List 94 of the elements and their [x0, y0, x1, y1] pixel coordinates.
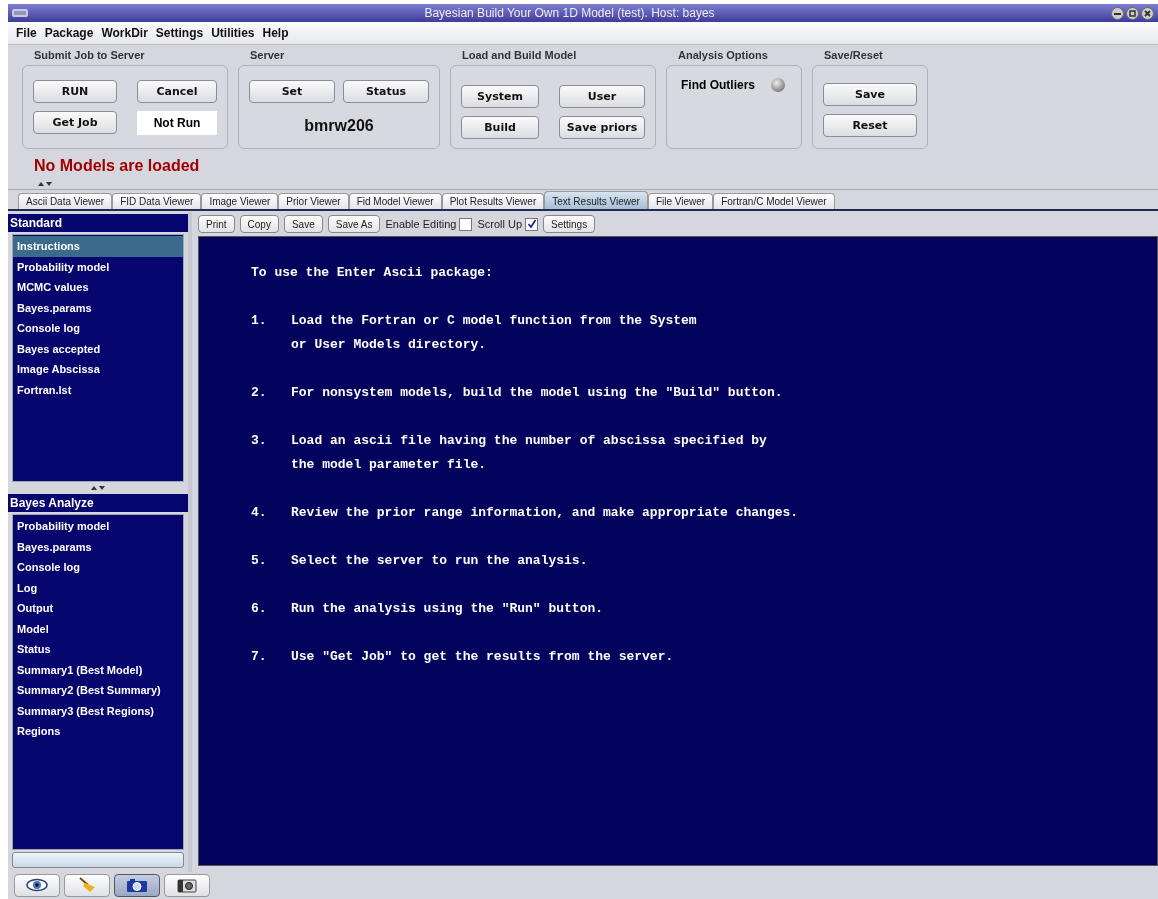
group-title: Save/Reset	[823, 49, 884, 61]
action-button[interactable]: Save	[823, 83, 917, 106]
viewer-tab[interactable]: Plot Results Viewer	[441, 193, 545, 209]
eye-icon	[25, 877, 49, 894]
checkbox[interactable]	[525, 217, 538, 231]
toolbar-button[interactable]: Save	[283, 215, 323, 233]
action-button[interactable]: Cancel	[137, 80, 217, 103]
toolbar-button[interactable]: Print	[198, 215, 235, 233]
list-item[interactable]: Regions	[13, 721, 183, 742]
step-number: 2.	[251, 384, 268, 402]
viewer-tab[interactable]: Ascii Data Viewer	[18, 193, 113, 209]
server-name: bmrw206	[303, 117, 375, 135]
viewer-tab[interactable]: Text Results Viewer	[544, 191, 648, 209]
step-number: 5.	[251, 552, 268, 570]
action-button[interactable]: Build	[461, 116, 539, 139]
list-item[interactable]: Console log	[13, 557, 183, 578]
list-item[interactable]: Model	[13, 618, 183, 640]
step-number: 1.	[251, 312, 268, 330]
horizontal-scrollbar[interactable]	[12, 852, 184, 868]
maximize-icon[interactable]	[1126, 6, 1139, 20]
step-number: 3.	[251, 432, 268, 450]
checkbox-label: Enable Editing	[385, 218, 457, 230]
checkbox[interactable]	[459, 217, 473, 231]
list-item[interactable]: Bayes.params	[13, 297, 183, 318]
close-icon[interactable]	[1141, 6, 1154, 20]
status-message: No Models are loaded	[33, 156, 201, 176]
viewer-tab[interactable]: Fid Model Viewer	[348, 193, 442, 209]
list-item[interactable]: Fortran.lst	[13, 379, 183, 400]
step-text: Load an ascii file having the number of abscissa specified by the model parameter file.	[291, 432, 767, 474]
list-item[interactable]: Bayes.params	[13, 536, 183, 558]
step-number: 4.	[251, 504, 268, 522]
indicator-light[interactable]	[771, 78, 785, 92]
viewer-tab[interactable]: FID Data Viewer	[112, 193, 202, 209]
action-button[interactable]: Status	[343, 80, 429, 103]
menu-item[interactable]: Utilities	[211, 26, 255, 40]
step-text: Use "Get Job" to get the results from the server.	[291, 648, 674, 666]
toolbar-button[interactable]: Settings	[543, 215, 596, 233]
splitter-arrows-icon[interactable]	[91, 485, 105, 492]
menu-item[interactable]: Settings	[155, 26, 204, 40]
compact-camera-icon	[175, 877, 199, 894]
tool-button[interactable]	[164, 874, 210, 897]
action-button[interactable]: Get Job	[33, 111, 117, 134]
list-item[interactable]: Image Abscissa	[13, 359, 183, 380]
toolbar-button[interactable]: Save As	[327, 215, 381, 233]
list-item[interactable]: Summary3 (Best Regions)	[13, 700, 183, 722]
action-button[interactable]: User	[559, 85, 645, 108]
list-item[interactable]: Summary2 (Best Summary)	[13, 680, 183, 701]
minimize-icon[interactable]	[1111, 6, 1124, 20]
step-text: Select the server to run the analysis.	[291, 552, 588, 570]
menu-item[interactable]: Package	[44, 26, 94, 40]
viewer-tab[interactable]: Prior Viewer	[278, 193, 349, 209]
tool-button[interactable]	[114, 874, 160, 897]
checkbox-label: Scroll Up	[477, 218, 522, 230]
menu-item[interactable]: Help	[262, 26, 289, 40]
tool-button[interactable]	[14, 874, 60, 897]
list-item[interactable]: Instructions	[13, 236, 183, 257]
group-title: Submit Job to Server	[33, 49, 146, 61]
step-text: For nonsystem models, build the model using the "Build" button.	[291, 384, 783, 402]
camera-icon	[125, 877, 149, 894]
menu-item[interactable]: WorkDir	[101, 26, 148, 40]
list-header: Standard	[8, 214, 188, 232]
job-status: Not Run	[137, 111, 217, 135]
group-title: Server	[249, 49, 286, 61]
list-item[interactable]: Bayes accepted	[13, 338, 183, 359]
window-title: Bayesian Build Your Own 1D Model (test). Host: bayes	[423, 6, 716, 20]
viewer-tab[interactable]: Image Viewer	[201, 193, 279, 209]
action-button[interactable]: Reset	[823, 114, 917, 137]
list-item[interactable]: Log	[13, 577, 183, 599]
instruction-heading: To use the Enter Ascii package:	[251, 264, 494, 282]
splitter-arrows-icon[interactable]	[38, 181, 52, 187]
list-item[interactable]: Probability model	[13, 516, 183, 537]
group-title: Load and Build Model	[461, 49, 578, 61]
step-text: Load the Fortran or C model function from the System or User Models directory.	[291, 312, 697, 354]
group-title: Analysis Options	[677, 49, 769, 61]
step-number: 6.	[251, 600, 268, 618]
list-item[interactable]: Console log	[13, 318, 183, 339]
step-text: Review the prior range information, and make appropriate changes.	[291, 504, 799, 522]
list-item[interactable]: Status	[13, 639, 183, 660]
list-item[interactable]: Probability model	[13, 256, 183, 277]
action-button[interactable]: Set	[249, 80, 335, 103]
action-button[interactable]: RUN	[33, 80, 117, 103]
list-item[interactable]: Output	[13, 598, 183, 619]
action-button[interactable]: Save priors	[559, 116, 645, 139]
viewer-tab[interactable]: File Viewer	[647, 193, 714, 209]
option-label: Find Outliers	[681, 78, 755, 92]
step-number: 7.	[251, 648, 268, 666]
viewer-tab[interactable]: Fortran/C Model Viewer	[713, 193, 835, 209]
action-button[interactable]: System	[461, 85, 539, 108]
list-header: Bayes Analyze	[8, 494, 188, 513]
list-item[interactable]: MCMC values	[13, 277, 183, 298]
list-item[interactable]: Summary1 (Best Model)	[13, 659, 183, 681]
menu-item[interactable]: File	[16, 26, 37, 40]
step-text: Run the analysis using the "Run" button.	[291, 600, 604, 618]
toolbar-button[interactable]: Copy	[239, 215, 279, 233]
